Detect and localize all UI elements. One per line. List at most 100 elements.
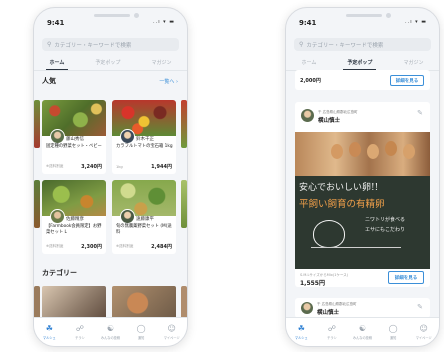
chicken-drawing [313, 220, 345, 248]
home-icon: ☘ [45, 324, 53, 333]
tabbar-label: チラシ [75, 336, 85, 340]
carousel-edge-image [34, 100, 40, 148]
community-icon: ☯ [106, 324, 115, 333]
tabbar-label: チラシ [327, 336, 337, 340]
product-card[interactable]: 鈴木千正 カラフルトマトの宝石箱 1kg 1kg 1,944円 [112, 100, 176, 174]
tab-magazine[interactable]: マガジン [151, 56, 171, 70]
farmer-avatar [301, 302, 313, 314]
farmer-name: 佐藤精彦 [66, 217, 84, 222]
tabbar-label: マルシェ [42, 336, 56, 340]
post-price: 1,555円 [300, 280, 325, 287]
pin-icon[interactable]: ✎ [415, 108, 425, 118]
category-card[interactable] [42, 286, 106, 320]
search-placeholder: カテゴリー・キーワードで検索 [306, 42, 384, 49]
user-icon: ☺ [167, 324, 176, 333]
tabbar-item-flyer[interactable]: ☍ チラシ [66, 318, 94, 346]
see-more-link[interactable]: 一覧へ › [159, 78, 178, 85]
product-price: 3,240円 [81, 164, 102, 170]
carousel-edge-image [181, 180, 187, 228]
farmer-avatar [50, 129, 65, 144]
category-edge-image [181, 286, 187, 320]
tabbar-item-marche[interactable]: ☘ マルシェ [287, 318, 315, 346]
product-meta: ※送料別途 [46, 244, 64, 248]
product-name: 【Farmbook会員限定】お野菜セット L [46, 224, 102, 235]
tabbar-item-flyer[interactable]: ☍ チラシ [318, 318, 346, 346]
status-icons: ..ı ▾ ▬ [153, 19, 175, 25]
chat-icon: ◯ [136, 324, 146, 333]
post-card[interactable]: 千 広島県山県郡北広島町 横山慎士 ✎ 安心でおいしい卵!! 平飼い飼育の有精卵… [295, 102, 430, 287]
search-placeholder: カテゴリー・キーワードで検索 [54, 42, 132, 49]
tab-schedule-pop[interactable]: 予定ポップ [95, 56, 120, 70]
top-tabs: ホーム 予定ポップ マガジン [286, 56, 439, 71]
status-bar: 9:41 ..ı ▾ ▬ [34, 19, 187, 31]
tabbar-item-mypage[interactable]: ☺ マイページ [158, 318, 186, 346]
tabbar-label: マルシェ [294, 336, 308, 340]
tabbar-label: マイページ [415, 336, 432, 340]
tabbar-label: みんなの投稿 [100, 336, 121, 340]
product-meta: 1kg [116, 165, 123, 169]
tab-home[interactable]: ホーム [45, 56, 69, 70]
phone-screen-schedule-pop: 9:41 ..ı ▾ ▬ ⚲ カテゴリー・キーワードで検索 ホーム 予定ポップ … [285, 7, 440, 347]
product-card[interactable]: 佐藤精彦 【Farmbook会員限定】お野菜セット L ※送料別途 2,300円 [42, 180, 106, 254]
farmer-avatar [120, 129, 135, 144]
tabbar-item-notifications[interactable]: ◯ 通知 [127, 318, 155, 346]
tabbar-item-community[interactable]: ☯ みんなの投稿 [348, 318, 376, 346]
pin-icon[interactable]: ✎ [415, 302, 425, 312]
search-bar[interactable]: ⚲ カテゴリー・キーワードで検索 [294, 38, 431, 51]
carousel-edge-image [181, 100, 187, 148]
farmer-avatar [301, 109, 314, 122]
category-card[interactable] [112, 286, 176, 320]
farmer-name: 遠藤康平 [136, 217, 154, 222]
product-name: カラフルトマトの宝石箱 1kg [116, 144, 173, 149]
bottom-tab-bar: ☘ マルシェ ☍ チラシ ☯ みんなの投稿 ◯ 通知 ☺ マイページ [286, 317, 439, 346]
home-icon: ☘ [297, 324, 305, 333]
farmer-origin: 千 広島県山県郡北広島町 [318, 110, 358, 114]
tabbar-item-mypage[interactable]: ☺ マイページ [410, 318, 438, 346]
section-title-popular: 人気 [42, 77, 56, 85]
carousel-edge-image [34, 180, 40, 228]
camera-dot [386, 13, 391, 18]
see-more-label: 一覧へ [159, 79, 175, 85]
tab-magazine[interactable]: マガジン [403, 56, 423, 70]
status-time: 9:41 [299, 19, 317, 27]
speaker-notch [346, 14, 382, 17]
detail-button-label: 詳細を見る [394, 275, 418, 281]
detail-button[interactable]: 詳細を見る [390, 75, 424, 86]
camera-dot [134, 13, 139, 18]
bottom-tab-bar: ☘ マルシェ ☍ チラシ ☯ みんなの投稿 ◯ 通知 ☺ マイページ [34, 317, 187, 346]
status-time: 9:41 [47, 19, 65, 27]
chat-icon: ◯ [388, 324, 398, 333]
farmer-name: 横山慎士 [318, 118, 341, 124]
tabbar-item-community[interactable]: ☯ みんなの投稿 [96, 318, 124, 346]
post-image: 安心でおいしい卵!! 平飼い飼育の有精卵 ニワトリが食べる エサにもこだわり [295, 132, 430, 269]
product-price: 2,300円 [81, 244, 102, 250]
search-bar[interactable]: ⚲ カテゴリー・キーワードで検索 [42, 38, 179, 51]
tabbar-item-marche[interactable]: ☘ マルシェ [35, 318, 63, 346]
farmer-name: 横山慎士 [317, 310, 340, 316]
tabbar-label: 通知 [137, 336, 145, 340]
tabbar-label: 通知 [389, 336, 397, 340]
product-name: 旬の無農薬野菜セット (M)送料 [116, 224, 172, 235]
search-icon: ⚲ [47, 41, 52, 48]
farmer-avatar [50, 209, 65, 224]
top-tabs: ホーム 予定ポップ マガジン [34, 56, 187, 71]
chalkboard-text: ニワトリが食べる [365, 217, 406, 223]
product-card[interactable]: 藤山秀信 固定種の野菜セット・ベビー ※送料別途 3,240円 [42, 100, 106, 174]
product-meta: ※送料別途 [46, 164, 64, 168]
search-icon: ⚲ [299, 41, 304, 48]
product-card[interactable]: 遠藤康平 旬の無農薬野菜セット (M)送料 ※送料別途 2,484円 [112, 180, 176, 254]
chalkboard-text: エサにもこだわり [365, 227, 406, 233]
tab-schedule-pop[interactable]: 予定ポップ [343, 56, 377, 70]
detail-button[interactable]: 詳細を見る [388, 271, 424, 284]
category-edge-image [34, 286, 40, 320]
phone-screen-home: 9:41 ..ı ▾ ▬ ⚲ カテゴリー・キーワードで検索 ホーム 予定ポップ … [33, 7, 188, 347]
post-card-partial[interactable]: 2,000円 詳細を見る [295, 70, 430, 90]
flyer-icon: ☍ [327, 324, 336, 333]
product-name: 固定種の野菜セット・ベビー [46, 144, 102, 149]
tabbar-item-notifications[interactable]: ◯ 通知 [379, 318, 407, 346]
product-price: 1,944円 [151, 164, 172, 170]
post-card[interactable]: 千 広島県山県郡北広島町 横山慎士 ✎ [295, 298, 430, 318]
chalkboard-text: 安心でおいしい卵!! [299, 183, 379, 193]
flyer-icon: ☍ [75, 324, 84, 333]
tab-home[interactable]: ホーム [302, 56, 317, 70]
